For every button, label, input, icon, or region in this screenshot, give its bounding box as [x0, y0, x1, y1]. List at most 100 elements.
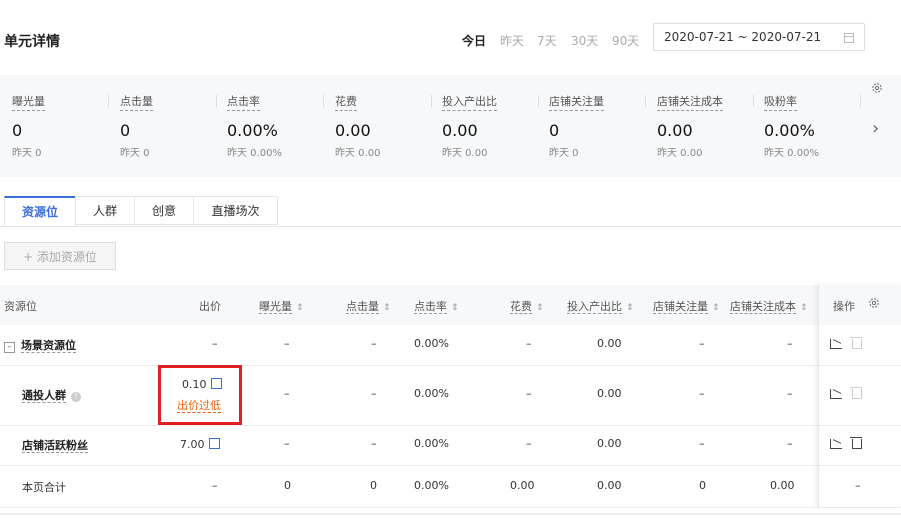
cell-follow-cost: 0.00	[770, 479, 795, 492]
cell-cost: 0.00	[510, 479, 535, 492]
metric-compare: 昨天 0.00	[335, 148, 381, 159]
sort-icon[interactable]: ⇕	[451, 303, 459, 313]
cell-roi: 0.00	[597, 437, 622, 450]
cell-bid: –	[212, 337, 218, 350]
cell-follow-cost: –	[787, 437, 793, 450]
divider	[323, 95, 324, 107]
metric-ctr: 点击率 0.00% 昨天 0.00%	[227, 93, 322, 159]
minus-icon[interactable]: –	[4, 342, 15, 353]
cell-bid: –	[212, 479, 218, 492]
info-icon[interactable]: !	[71, 392, 81, 402]
cell-follows: –	[699, 387, 705, 400]
add-resource-button[interactable]: + 添加资源位	[4, 242, 116, 270]
table-header: 资源位 出价 曝光量 ⇕ 点击量 ⇕ 点击率 ⇕ 花费 ⇕ 投入产出比 ⇕ 店铺关注量 ⇕ …	[0, 285, 901, 325]
divider	[538, 95, 539, 107]
column-header-exposure[interactable]: 曝光量 ⇕	[259, 298, 304, 314]
metric-label[interactable]: 花费	[335, 93, 357, 111]
sort-icon[interactable]: ⇕	[536, 303, 544, 313]
highlight-box	[158, 365, 242, 425]
sort-icon[interactable]: ⇕	[626, 303, 634, 313]
collapse-row[interactable]: – 场景资源位	[4, 337, 76, 353]
calendar-icon	[844, 33, 854, 43]
divider	[753, 95, 754, 107]
metric-label[interactable]: 店铺关注量	[549, 93, 604, 111]
cell-follows: 0	[699, 479, 706, 492]
cell-exposure: –	[284, 337, 290, 350]
column-header-cost[interactable]: 花费 ⇕	[510, 298, 544, 314]
range-7d[interactable]: 7天	[537, 32, 557, 49]
metric-value: 0.00	[442, 121, 478, 140]
row-name: 本页合计	[22, 481, 66, 494]
column-header-follows[interactable]: 店铺关注量 ⇕	[653, 298, 720, 314]
cell-follows: –	[699, 337, 705, 350]
cell-clicks: –	[371, 437, 377, 450]
cell-bid: 7.00	[180, 437, 220, 451]
tab-live-sessions[interactable]: 直播场次	[193, 196, 278, 225]
sort-icon[interactable]: ⇕	[296, 303, 304, 313]
column-header-roi[interactable]: 投入产出比 ⇕	[567, 298, 634, 314]
date-range-value: 2020-07-21 ~ 2020-07-21	[664, 30, 822, 44]
table-row: – 场景资源位 – – – 0.00% – 0.00 – –	[0, 325, 901, 366]
metric-compare: 昨天 0.00%	[764, 148, 819, 159]
metric-exposure: 曝光量 0 昨天 0	[12, 93, 107, 159]
cell-roi: 0.00	[597, 479, 622, 492]
actions-column	[818, 285, 901, 507]
divider	[860, 95, 861, 107]
cell-follow-cost: –	[787, 387, 793, 400]
tab-creative[interactable]: 创意	[134, 196, 194, 225]
metric-value: 0.00%	[764, 121, 815, 140]
metric-cost: 花费 0.00 昨天 0.00	[335, 93, 430, 159]
sort-icon[interactable]: ⇕	[712, 303, 720, 313]
cell-clicks: –	[371, 337, 377, 350]
divider	[108, 95, 109, 107]
metric-value: 0.00%	[227, 121, 278, 140]
metrics-panel: 曝光量 0 昨天 0 点击量 0 昨天 0 点击率 0.00% 昨天 0.00%…	[0, 75, 901, 177]
table-row: 店铺活跃粉丝 7.00 – – 0.00% – 0.00 – –	[0, 425, 901, 466]
divider	[0, 513, 901, 515]
sort-icon[interactable]: ⇕	[383, 303, 391, 313]
column-header-follow-cost[interactable]: 店铺关注成本 ⇕	[730, 298, 808, 314]
cell-ctr: 0.00%	[414, 437, 449, 450]
divider	[431, 95, 432, 107]
range-today[interactable]: 今日	[462, 32, 486, 49]
cell-roi: 0.00	[597, 337, 622, 350]
edit-icon[interactable]	[208, 438, 220, 449]
page-title: 单元详情	[4, 34, 60, 50]
cell-clicks: –	[371, 387, 377, 400]
range-30d[interactable]: 30天	[571, 32, 598, 49]
sort-icon[interactable]: ⇕	[800, 303, 808, 313]
row-name: 店铺活跃粉丝	[22, 439, 88, 453]
metric-compare: 昨天 0.00%	[227, 148, 282, 159]
metric-compare: 昨天 0	[549, 148, 579, 159]
column-header-clicks[interactable]: 点击量 ⇕	[346, 298, 391, 314]
table-row-total: 本页合计 – 0 0 0.00% 0.00 0.00 0 0.00 –	[0, 465, 901, 508]
metric-compare: 昨天 0	[120, 148, 150, 159]
chevron-right-icon[interactable]: ›	[872, 118, 879, 139]
cell-ctr: 0.00%	[414, 387, 449, 400]
metric-label[interactable]: 点击量	[120, 93, 153, 111]
metric-label[interactable]: 点击率	[227, 93, 260, 111]
gear-icon[interactable]	[871, 82, 883, 94]
metric-label[interactable]: 曝光量	[12, 93, 45, 111]
metric-value: 0	[549, 121, 560, 140]
metric-value: 0	[12, 121, 23, 140]
metric-value: 0.00	[657, 121, 693, 140]
range-yesterday[interactable]: 昨天	[500, 32, 524, 49]
metric-value: 0.00	[335, 121, 371, 140]
metric-roi: 投入产出比 0.00 昨天 0.00	[442, 93, 537, 159]
column-header-ctr[interactable]: 点击率 ⇕	[414, 298, 459, 314]
metric-label[interactable]: 店铺关注成本	[657, 93, 723, 111]
metric-label[interactable]: 吸粉率	[764, 93, 797, 111]
cell-ctr: 0.00%	[414, 337, 449, 350]
cell-exposure: 0	[284, 479, 291, 492]
cell-follow-cost: –	[787, 337, 793, 350]
date-range-picker[interactable]: 2020-07-21 ~ 2020-07-21	[653, 23, 865, 51]
tab-audience[interactable]: 人群	[75, 196, 135, 225]
metric-label[interactable]: 投入产出比	[442, 93, 497, 111]
tab-resource[interactable]: 资源位	[4, 196, 76, 226]
range-90d[interactable]: 90天	[612, 32, 639, 49]
cell-cost: –	[526, 337, 532, 350]
cell-roi: 0.00	[597, 387, 622, 400]
table-row: 通投人群! 0.10 出价过低 – – 0.00% – 0.00 – –	[0, 365, 901, 426]
metric-compare: 昨天 0.00	[657, 148, 703, 159]
